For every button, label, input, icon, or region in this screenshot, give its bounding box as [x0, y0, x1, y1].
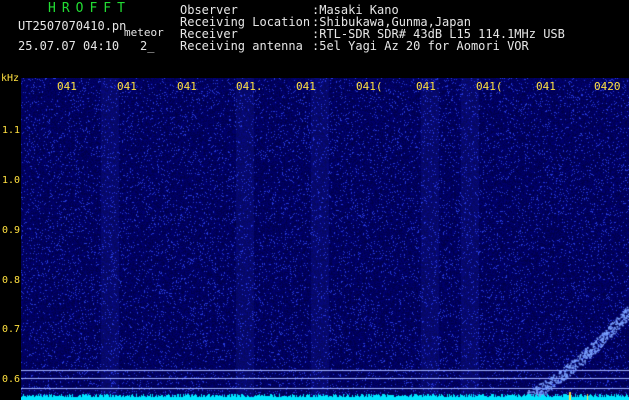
- x-tick: 041: [117, 80, 137, 93]
- count-label: 2_: [140, 39, 155, 53]
- y-tick: 1.1: [2, 125, 21, 136]
- y-tick: 0.7: [2, 324, 21, 335]
- x-tick: 041(: [476, 80, 503, 93]
- program-title: HROFFT: [48, 1, 131, 16]
- file-name: UT2507070410.pn: [18, 19, 127, 33]
- x-tick: 041(: [356, 80, 383, 93]
- y-tick: 1.0: [2, 175, 21, 186]
- x-tick: 041: [536, 80, 556, 93]
- station-info: Observer:Masaki Kano Receiving Location:…: [180, 4, 565, 52]
- x-tick: 041.: [236, 80, 263, 93]
- x-tick: 0420: [594, 80, 621, 93]
- x-tick: 041: [57, 80, 77, 93]
- header-panel: HROFFT UT2507070410.pn meteor 25.07.07 0…: [0, 0, 629, 78]
- y-tick: 0.9: [2, 225, 21, 236]
- x-tick: 041: [296, 80, 316, 93]
- tag-label: meteor: [124, 26, 164, 39]
- spectrogram-canvas: [21, 78, 629, 400]
- x-tick: 041: [177, 80, 197, 93]
- y-unit-label: kHz: [1, 73, 20, 84]
- x-tick: 041: [416, 80, 436, 93]
- info-row-antenna: Receiving antenna:5el Yagi Az 20 for Aom…: [180, 39, 529, 53]
- y-tick: 0.6: [2, 374, 21, 385]
- y-tick: 0.8: [2, 275, 21, 286]
- datetime-label: 25.07.07 04:10: [18, 39, 120, 53]
